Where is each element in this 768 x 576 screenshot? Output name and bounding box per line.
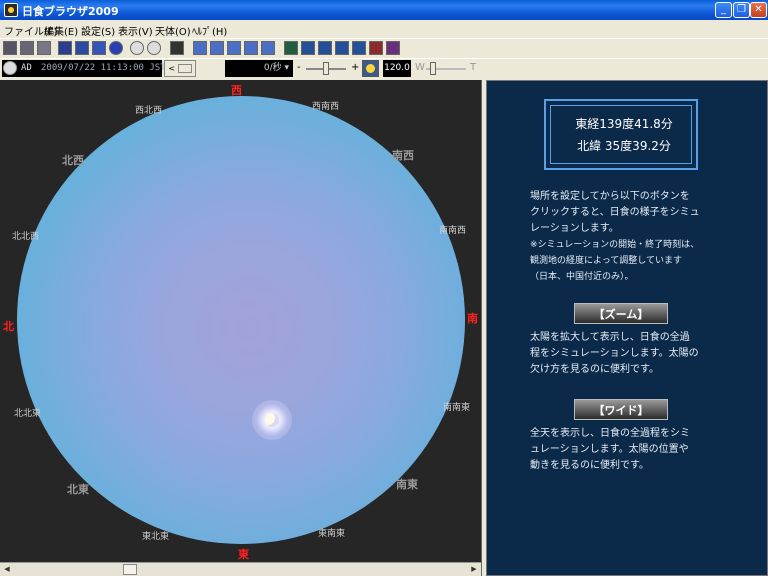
app-window: 日食ブラウザ2009 _ ❐ ✕ ファイル(F) 編集(E) 設定(S) 表示(… — [0, 0, 768, 576]
wide-desc-line-2: ュレーションします。太陽の位置や — [530, 444, 689, 455]
wide-desc-line-1: 全天を表示し、日食の全過程をシミ — [530, 428, 690, 439]
title-bar: 日食ブラウザ2009 _ ❐ ✕ — [0, 0, 768, 20]
image1-icon[interactable] — [301, 41, 315, 55]
maximize-button[interactable]: ❐ — [733, 2, 750, 18]
step-back-button[interactable]: < — [168, 64, 175, 73]
layer3-icon[interactable] — [227, 41, 241, 55]
zoom-in-icon[interactable] — [130, 41, 144, 55]
dir-nnw: 北北西 — [12, 232, 40, 242]
tele-label: T — [470, 62, 477, 73]
mode-icon[interactable] — [3, 41, 17, 55]
window-title: 日食ブラウザ2009 — [22, 5, 119, 18]
globe-icon[interactable] — [109, 41, 123, 55]
time-toolbar: AD 2009/07/22 11:13:00 JST < > 0/秒 ▾ - +… — [0, 58, 768, 88]
zoom-desc-line-1: 太陽を拡大して表示し、日食の全過 — [530, 332, 690, 343]
dir-northeast: 北東 — [67, 483, 89, 496]
longitude-text: 東経139度41.8分 — [575, 117, 673, 131]
wide-desc-line-3: 動きを見るのに便利です。 — [530, 460, 649, 471]
dir-west: 西 — [231, 84, 242, 97]
horizontal-scrollbar[interactable]: ◀ ▶ — [0, 562, 481, 576]
main-toolbar — [0, 38, 768, 58]
close-layer-icon[interactable] — [284, 41, 298, 55]
panel-icon[interactable] — [58, 41, 72, 55]
wide-label: W — [415, 62, 425, 73]
dir-wsw: 西南西 — [312, 102, 340, 112]
scroll-thumb[interactable] — [123, 564, 137, 575]
zoom-slider-thumb[interactable] — [430, 62, 436, 75]
layer1-icon[interactable] — [193, 41, 207, 55]
location-box[interactable]: 東経139度41.8分 北緯 35度39.2分 — [544, 99, 698, 170]
location-box-inner: 東経139度41.8分 北緯 35度39.2分 — [550, 105, 692, 164]
layer4-icon[interactable] — [244, 41, 258, 55]
dir-southwest: 南西 — [392, 149, 414, 162]
note-line-2: 観測地の経度によって調整しています — [530, 256, 683, 266]
menu-objects[interactable]: 天体(O) — [155, 23, 191, 38]
dir-southeast: 南東 — [396, 478, 418, 491]
dir-northwest: 北西 — [62, 154, 84, 167]
app-icon[interactable] — [4, 3, 18, 17]
zoom-mode-button[interactable]: 【ズーム】 — [574, 303, 668, 324]
step-field[interactable] — [177, 64, 192, 73]
close-button[interactable]: ✕ — [750, 2, 767, 18]
dir-ssw: 南南西 — [439, 226, 467, 236]
clock-icon[interactable] — [3, 61, 17, 75]
datetime-value: 2009/07/22 11:13:00 JST — [41, 63, 166, 73]
dir-sse: 南南東 — [443, 403, 471, 413]
zoom-desc-line-3: 欠け方を見るのに便利です。 — [530, 364, 659, 375]
network-icon[interactable] — [386, 41, 400, 55]
menu-edit[interactable]: 編集(E) — [44, 23, 78, 38]
menu-help[interactable]: ﾍﾙﾌﾟ(H) — [192, 23, 227, 38]
dir-ese: 東南東 — [318, 529, 346, 539]
instruction-line-3: レーションします。 — [530, 223, 619, 234]
wide-mode-button[interactable]: 【ワイド】 — [574, 399, 668, 420]
dir-north: 北 — [3, 320, 14, 333]
note-line-1: ※シミュレーションの開始・終了時刻は、 — [530, 240, 700, 250]
info-panel: 東経139度41.8分 北緯 35度39.2分 場所を設定してから以下のボタンを… — [486, 80, 768, 576]
note-line-3: （日本、中国付近のみ）。 — [530, 272, 634, 282]
star-icon[interactable] — [92, 41, 106, 55]
image4-icon[interactable] — [352, 41, 366, 55]
layer5-icon[interactable] — [261, 41, 275, 55]
zoom-desc-line-2: 程をシミュレーションします。太陽の — [530, 348, 699, 359]
era-label: AD — [21, 63, 32, 73]
datetime-display[interactable]: AD 2009/07/22 11:13:00 JST — [2, 60, 166, 77]
fov-value: 120.0 — [384, 63, 410, 73]
fov-display[interactable]: 120.0 — [383, 60, 411, 77]
scroll-left-icon[interactable]: ◀ — [1, 564, 13, 575]
speed-display[interactable]: 0/秒 ▾ — [225, 60, 293, 77]
menu-settings[interactable]: 設定(S) — [81, 23, 115, 38]
print-icon[interactable] — [20, 41, 34, 55]
scroll-right-icon[interactable]: ▶ — [468, 564, 480, 575]
dir-wnw: 西北西 — [135, 106, 163, 116]
grid-icon[interactable] — [75, 41, 89, 55]
eclipsed-sun-icon[interactable] — [265, 413, 279, 427]
instruction-line-2: クリックすると、日食の様子をシミュ — [530, 207, 700, 218]
speed-minus-label: - — [297, 62, 301, 73]
dir-nne: 北北東 — [14, 409, 42, 419]
instruction-line-1: 場所を設定してから以下のボタンを — [530, 191, 690, 202]
speed-slider-thumb[interactable] — [323, 62, 329, 75]
minimize-button[interactable]: _ — [715, 2, 732, 18]
planet-icon[interactable] — [369, 41, 383, 55]
time-stepper[interactable]: < > — [164, 60, 196, 88]
zoom-out-icon[interactable] — [147, 41, 161, 55]
dir-south: 南 — [467, 312, 478, 325]
layer2-icon[interactable] — [210, 41, 224, 55]
speed-value: 0/秒 — [263, 63, 282, 73]
view-icon[interactable] — [170, 41, 184, 55]
speed-plus-label: + — [351, 62, 360, 73]
sky-view[interactable]: 西 東 北 南 北西 南西 北東 南東 西北西 西南西 北北西 南南西 北北東 … — [0, 80, 482, 576]
image3-icon[interactable] — [335, 41, 349, 55]
menu-view[interactable]: 表示(V) — [118, 23, 153, 38]
latitude-text: 北緯 35度39.2分 — [577, 139, 671, 153]
dir-east: 東 — [238, 548, 249, 561]
dir-ene: 東北東 — [142, 532, 170, 542]
image2-icon[interactable] — [318, 41, 332, 55]
settings-icon[interactable] — [37, 41, 51, 55]
moon-toggle-icon[interactable] — [362, 60, 379, 77]
menu-bar: ファイル(F) 編集(E) 設定(S) 表示(V) 天体(O) ﾍﾙﾌﾟ(H) — [0, 20, 768, 38]
